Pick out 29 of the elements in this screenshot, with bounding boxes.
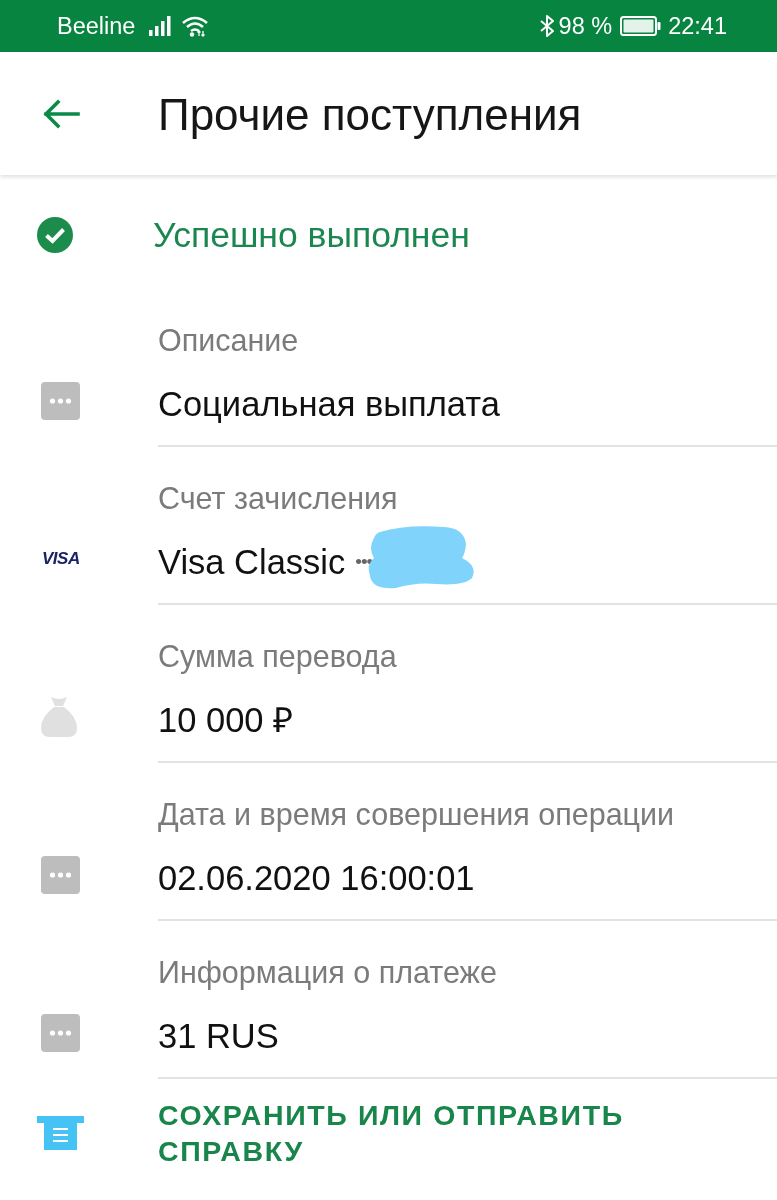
field-label: Счет зачисления <box>158 481 399 515</box>
battery-percentage: 98 % <box>558 12 613 40</box>
card-number-mask: ••• <box>355 551 373 573</box>
save-or-send-receipt-button[interactable]: СОХРАНИТЬ ИЛИ ОТПРАВИТЬ СПРАВКУ <box>0 1079 777 1189</box>
field-label: Сумма перевода <box>158 639 398 673</box>
field-value: 31 RUS <box>158 1016 279 1056</box>
money-bag-icon <box>41 697 77 737</box>
more-dots-icon <box>41 856 80 894</box>
signal-icon <box>149 16 172 36</box>
screen-title: Прочие поступления <box>158 88 583 140</box>
card-brand-logo: VISA <box>41 549 80 569</box>
check-circle-icon <box>37 217 73 253</box>
more-dots-icon <box>41 1014 80 1052</box>
bluetooth-icon <box>538 14 555 38</box>
receipt-icon <box>37 1116 84 1150</box>
back-icon[interactable] <box>42 98 80 129</box>
carrier-name: Beeline <box>57 12 136 40</box>
field-value: Социальная выплата <box>158 384 500 424</box>
status-text: Успешно выполнен <box>153 214 471 256</box>
field-value: 10 000 ₽ <box>158 700 294 740</box>
field-value: 02.06.2020 16:00:01 <box>158 858 475 898</box>
field-label: Описание <box>158 323 300 357</box>
field-label: Информация о платеже <box>158 955 498 989</box>
more-dots-icon <box>41 382 80 420</box>
field-value: Visa Classic <box>158 542 346 582</box>
wifi-icon <box>181 15 210 37</box>
clock-time: 22:41 <box>668 12 727 40</box>
field-label: Дата и время совершения операции <box>158 797 676 831</box>
battery-icon <box>620 16 662 36</box>
